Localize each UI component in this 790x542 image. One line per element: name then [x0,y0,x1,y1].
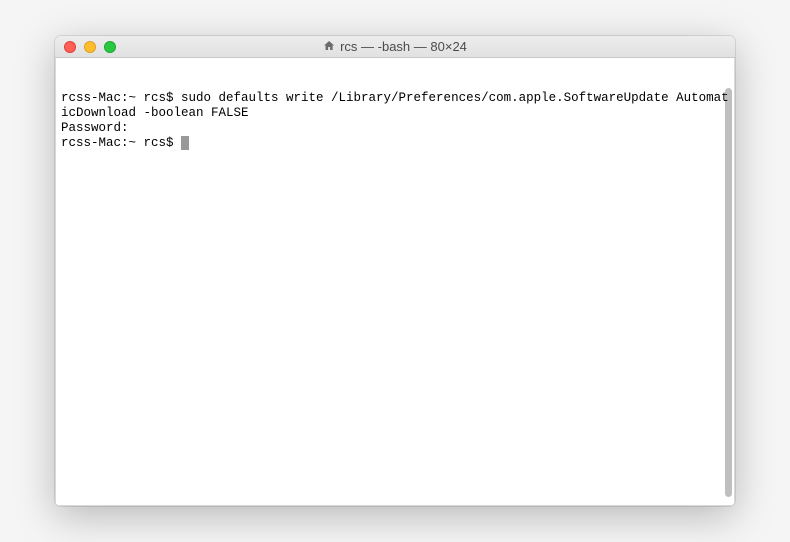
terminal-line: rcss-Mac:~ rcs$ [61,136,729,151]
minimize-button[interactable] [84,41,96,53]
cursor-icon [181,136,189,150]
window-title-text: rcs — -bash — 80×24 [340,39,467,54]
traffic-lights [55,41,116,53]
terminal-text: rcss-Mac:~ rcs$ sudo defaults write /Lib… [61,91,729,120]
close-button[interactable] [64,41,76,53]
scrollbar-thumb[interactable] [725,88,732,497]
terminal-body[interactable]: rcss-Mac:~ rcs$ sudo defaults write /Lib… [55,58,735,506]
home-icon [323,40,335,54]
window-title: rcs — -bash — 80×24 [323,39,467,54]
terminal-content: rcss-Mac:~ rcs$ sudo defaults write /Lib… [61,91,729,151]
title-bar[interactable]: rcs — -bash — 80×24 [55,36,735,58]
terminal-window: rcs — -bash — 80×24 rcss-Mac:~ rcs$ sudo… [55,36,735,506]
maximize-button[interactable] [104,41,116,53]
terminal-text: rcss-Mac:~ rcs$ [61,136,181,150]
terminal-line: Password: [61,121,729,136]
scrollbar-track[interactable] [725,88,732,497]
terminal-text: Password: [61,121,129,135]
terminal-line: rcss-Mac:~ rcs$ sudo defaults write /Lib… [61,91,729,121]
